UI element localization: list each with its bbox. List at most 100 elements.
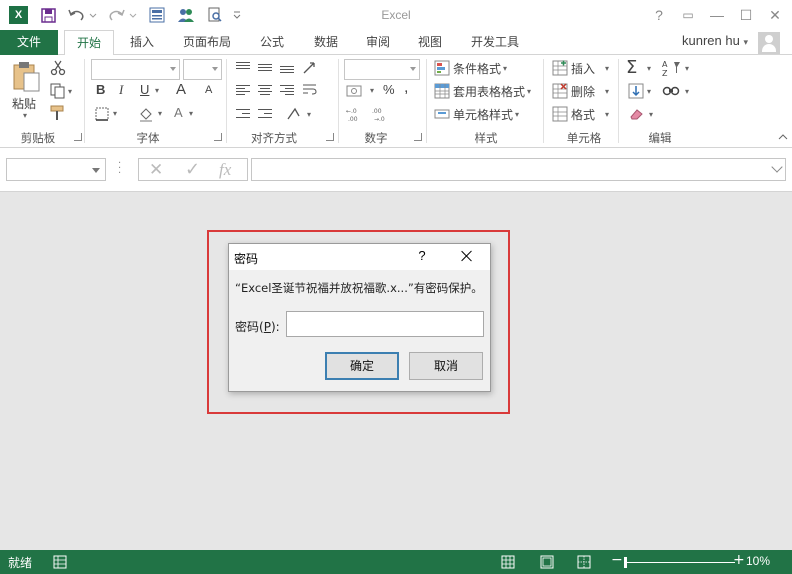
ok-button[interactable]: 确定 [325, 352, 399, 380]
format-as-table-button[interactable]: 套用表格格式 ▾ [434, 81, 531, 101]
wrap-text-icon[interactable] [302, 82, 318, 98]
normal-view-icon[interactable] [501, 555, 515, 569]
fill-color-icon[interactable] [138, 106, 154, 122]
delete-cells-button[interactable]: 删除 ▾ [552, 81, 609, 101]
font-launcher-icon[interactable] [214, 133, 222, 141]
align-bottom-icon[interactable] [280, 61, 294, 73]
insert-function-icon[interactable]: fx [219, 160, 231, 180]
orientation-ab-icon[interactable] [286, 106, 302, 122]
orientation-icon[interactable] [302, 59, 318, 75]
page-break-view-icon[interactable] [577, 555, 591, 569]
increase-decimal-icon[interactable]: ←.0.00 [346, 106, 366, 122]
close-button[interactable]: ✕ [764, 6, 786, 24]
align-right-icon[interactable] [280, 84, 294, 96]
copy-icon [50, 83, 65, 99]
minimize-button[interactable]: — [706, 6, 728, 24]
chevron-down-icon[interactable]: ▾ [158, 109, 162, 118]
find-select-icon[interactable] [662, 82, 680, 98]
tab-home[interactable]: 开始 [64, 30, 114, 56]
italic-button[interactable]: I [119, 82, 123, 98]
cancel-button[interactable]: 取消 [409, 352, 483, 380]
tab-data[interactable]: 数据 [304, 30, 348, 55]
tab-file[interactable]: 文件 [0, 30, 58, 55]
formula-bar-grip-icon[interactable]: · · · [118, 159, 121, 179]
sort-filter-icon[interactable]: AZ [662, 59, 682, 77]
number-launcher-icon[interactable] [414, 133, 422, 141]
chevron-down-icon[interactable]: ▾ [155, 86, 159, 95]
chevron-down-icon[interactable]: ▾ [113, 109, 117, 118]
chevron-down-icon[interactable]: ▾ [647, 64, 651, 73]
copy-button[interactable]: ▾ [50, 83, 72, 99]
comma-style-button[interactable]: , [404, 79, 408, 97]
chevron-down-icon[interactable]: ▾ [370, 86, 374, 95]
paste-button[interactable]: 粘贴 ▾ [8, 59, 46, 120]
help-button[interactable]: ? [648, 6, 670, 24]
grow-font-button[interactable]: A [176, 81, 186, 98]
format-painter-icon[interactable] [50, 105, 68, 121]
ribbon-display-button[interactable]: ▭ [677, 6, 699, 24]
zoom-out-icon[interactable]: − [611, 552, 623, 568]
autosum-icon[interactable]: Σ [626, 57, 637, 78]
tab-developer[interactable]: 开发工具 [462, 30, 528, 55]
maximize-button[interactable]: ☐ [735, 6, 757, 24]
format-cells-button[interactable]: 格式 ▾ [552, 104, 609, 124]
cancel-entry-icon[interactable]: ✕ [149, 160, 163, 180]
collapse-ribbon-icon[interactable] [778, 133, 788, 141]
font-size-combo[interactable] [183, 59, 222, 80]
borders-icon[interactable] [95, 107, 109, 121]
percent-style-button[interactable]: % [383, 82, 395, 97]
decrease-indent-icon[interactable] [236, 108, 250, 120]
ribbon-tabs: 文件 开始 插入 页面布局 公式 数据 审阅 视图 开发工具 kunren hu… [0, 30, 792, 56]
cut-icon[interactable] [50, 60, 66, 76]
format-cells-label: 格式 [571, 107, 596, 122]
clipboard-launcher-icon[interactable] [74, 133, 82, 141]
zoom-level[interactable]: 10% [746, 554, 770, 568]
align-middle-icon[interactable] [258, 61, 272, 73]
macro-record-icon[interactable] [53, 555, 67, 569]
increase-indent-icon[interactable] [258, 108, 272, 120]
tab-formulas[interactable]: 公式 [250, 30, 294, 55]
zoom-in-icon[interactable]: + [733, 552, 745, 568]
font-color-icon[interactable]: A [174, 105, 183, 120]
chevron-down-icon[interactable]: ▾ [685, 87, 689, 96]
avatar[interactable] [758, 32, 780, 54]
dialog-help-button[interactable]: ? [415, 248, 429, 263]
align-center-icon[interactable] [258, 84, 272, 96]
align-left-icon[interactable] [236, 84, 250, 96]
underline-button[interactable]: U [140, 82, 149, 97]
zoom-slider[interactable] [625, 562, 735, 563]
insert-cells-button[interactable]: 插入 ▾ [552, 58, 609, 78]
tab-insert[interactable]: 插入 [120, 30, 164, 55]
decrease-decimal-icon[interactable]: .00→.0 [372, 106, 392, 122]
number-format-combo[interactable] [344, 59, 420, 80]
dialog-close-icon[interactable] [459, 248, 475, 264]
conditional-format-button[interactable]: 条件格式 ▾ [434, 58, 507, 78]
alignment-launcher-icon[interactable] [326, 133, 334, 141]
chevron-down-icon[interactable]: ▾ [307, 110, 311, 119]
user-name[interactable]: kunren hu ▾ [682, 30, 748, 53]
chevron-down-icon[interactable]: ▾ [647, 87, 651, 96]
chevron-down-icon[interactable]: ▾ [685, 64, 689, 73]
name-box[interactable] [6, 158, 106, 181]
enter-entry-icon[interactable]: ✓ [185, 159, 200, 180]
title-bar: X Excel ? ▭ — ☐ ✕ [0, 0, 792, 30]
accounting-format-icon[interactable] [346, 83, 368, 99]
fill-icon[interactable] [628, 83, 644, 99]
expand-formula-bar-icon[interactable] [771, 161, 783, 173]
password-input[interactable] [286, 311, 484, 337]
tab-view[interactable]: 视图 [408, 30, 452, 55]
font-name-combo[interactable] [91, 59, 180, 80]
zoom-slider-thumb[interactable] [624, 557, 627, 568]
tab-review[interactable]: 审阅 [356, 30, 400, 55]
formula-input[interactable] [251, 158, 786, 181]
chevron-down-icon[interactable]: ▾ [189, 109, 193, 118]
page-layout-view-icon[interactable] [540, 555, 554, 569]
bold-button[interactable]: B [96, 82, 105, 97]
clear-icon[interactable] [628, 106, 646, 122]
dialog-titlebar[interactable]: 密码 ? [229, 244, 490, 270]
chevron-down-icon[interactable]: ▾ [649, 110, 653, 119]
align-top-icon[interactable] [236, 61, 250, 73]
tab-page-layout[interactable]: 页面布局 [174, 30, 240, 55]
cell-styles-button[interactable]: 单元格样式 ▾ [434, 104, 519, 124]
shrink-font-button[interactable]: A [205, 84, 212, 96]
